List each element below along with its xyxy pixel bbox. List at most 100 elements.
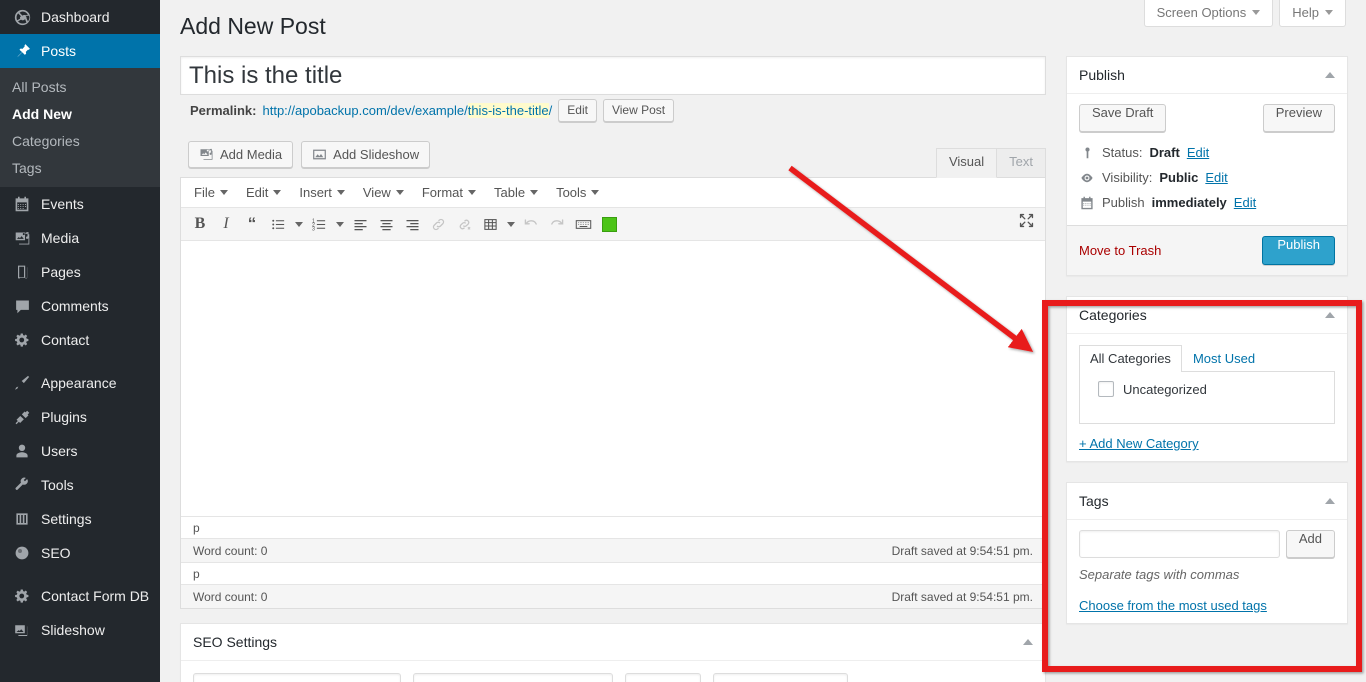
visibility-edit-link[interactable]: Edit bbox=[1205, 170, 1227, 185]
align-left-icon[interactable] bbox=[347, 211, 373, 237]
sidebar-item-events[interactable]: Events bbox=[0, 187, 160, 221]
chevron-up-icon[interactable] bbox=[1325, 312, 1335, 318]
sidebar-item-add-new[interactable]: Add New bbox=[0, 100, 160, 127]
seo-field-1[interactable] bbox=[193, 673, 401, 682]
help-button[interactable]: Help bbox=[1279, 0, 1346, 27]
add-tag-button[interactable]: Add bbox=[1285, 530, 1335, 558]
sidebar-item-contact[interactable]: Contact bbox=[0, 323, 160, 357]
menu-tools-label: Tools bbox=[556, 185, 587, 200]
blockquote-icon[interactable]: “ bbox=[239, 211, 265, 237]
categories-box-header[interactable]: Categories bbox=[1067, 297, 1347, 334]
sidebar-item-contact-form-db[interactable]: Contact Form DB bbox=[0, 579, 160, 613]
sidebar-item-dashboard[interactable]: Dashboard bbox=[0, 0, 160, 34]
seo-settings-header[interactable]: SEO Settings bbox=[181, 624, 1045, 661]
post-content-editor[interactable] bbox=[181, 241, 1045, 516]
new-tag-input[interactable] bbox=[1079, 530, 1280, 558]
chevron-up-icon[interactable] bbox=[1325, 72, 1335, 78]
add-slideshow-button[interactable]: Add Slideshow bbox=[301, 141, 431, 168]
comments-icon bbox=[12, 296, 32, 316]
sidebar-item-pages[interactable]: Pages bbox=[0, 255, 160, 289]
redo-icon[interactable] bbox=[544, 211, 570, 237]
chevron-down-icon bbox=[273, 190, 282, 195]
seo-field-4[interactable] bbox=[713, 673, 848, 682]
sidebar-item-label: Appearance bbox=[41, 375, 117, 391]
save-draft-button[interactable]: Save Draft bbox=[1079, 104, 1167, 132]
menu-tools[interactable]: Tools bbox=[547, 182, 608, 204]
align-right-icon[interactable] bbox=[399, 211, 425, 237]
sidebar-item-posts[interactable]: Posts bbox=[0, 34, 168, 68]
edit-slug-button[interactable]: Edit bbox=[558, 98, 597, 122]
tab-most-used[interactable]: Most Used bbox=[1182, 345, 1266, 372]
pin-icon bbox=[1079, 146, 1095, 160]
menu-view[interactable]: View bbox=[354, 182, 413, 204]
move-to-trash-link[interactable]: Move to Trash bbox=[1079, 243, 1161, 258]
chevron-up-icon[interactable] bbox=[1023, 639, 1033, 645]
publish-date-edit-link[interactable]: Edit bbox=[1234, 195, 1256, 210]
sidebar-item-tags[interactable]: Tags bbox=[0, 154, 160, 181]
seo-field-3[interactable] bbox=[625, 673, 701, 682]
table-icon[interactable] bbox=[477, 211, 503, 237]
align-center-icon[interactable] bbox=[373, 211, 399, 237]
calendar-icon bbox=[12, 194, 32, 214]
bullet-list-caret-icon[interactable] bbox=[291, 211, 306, 237]
unlink-icon[interactable] bbox=[451, 211, 477, 237]
keyboard-shortcuts-icon[interactable] bbox=[570, 211, 596, 237]
chevron-up-icon[interactable] bbox=[1325, 498, 1335, 504]
sidebar-item-comments[interactable]: Comments bbox=[0, 289, 160, 323]
sidebar-item-slideshow[interactable]: Slideshow bbox=[0, 613, 160, 647]
view-post-button[interactable]: View Post bbox=[602, 98, 675, 122]
seo-settings-title: SEO Settings bbox=[193, 634, 278, 650]
sidebar-item-all-posts[interactable]: All Posts bbox=[0, 73, 160, 100]
major-publishing-actions: Move to Trash Publish bbox=[1067, 225, 1347, 275]
italic-icon[interactable]: I bbox=[213, 211, 239, 237]
word-count: Word count: 0 bbox=[193, 543, 268, 558]
menu-file[interactable]: File bbox=[185, 182, 237, 204]
category-checkbox[interactable] bbox=[1098, 381, 1114, 397]
screen-options-button[interactable]: Screen Options bbox=[1143, 0, 1274, 27]
publish-box-header[interactable]: Publish bbox=[1067, 57, 1347, 94]
undo-icon[interactable] bbox=[518, 211, 544, 237]
sidebar-item-tools[interactable]: Tools bbox=[0, 468, 160, 502]
chevron-down-icon bbox=[336, 190, 345, 195]
bold-icon[interactable]: B bbox=[187, 211, 213, 237]
bullet-list-icon[interactable] bbox=[265, 211, 291, 237]
status-edit-link[interactable]: Edit bbox=[1187, 145, 1209, 160]
permalink-url[interactable]: http://apobackup.com/dev/example/this-is… bbox=[262, 102, 552, 118]
menu-insert[interactable]: Insert bbox=[290, 182, 354, 204]
sidebar-item-settings[interactable]: Settings bbox=[0, 502, 160, 536]
tag-input-row: Add bbox=[1079, 530, 1335, 558]
media-icon bbox=[12, 228, 32, 248]
link-icon[interactable] bbox=[425, 211, 451, 237]
sidebar-item-categories[interactable]: Categories bbox=[0, 127, 160, 154]
numbered-list-icon[interactable]: 123 bbox=[306, 211, 332, 237]
sidebar-item-plugins[interactable]: Plugins bbox=[0, 400, 160, 434]
seo-circle-icon bbox=[12, 543, 32, 563]
sidebar-item-label: Pages bbox=[41, 264, 81, 280]
choose-most-used-tags-link[interactable]: Choose from the most used tags bbox=[1079, 598, 1267, 613]
sidebar-subitem-label: Tags bbox=[12, 159, 42, 176]
tags-box-header[interactable]: Tags bbox=[1067, 483, 1347, 520]
sidebar-item-appearance[interactable]: Appearance bbox=[0, 366, 160, 400]
category-item-uncategorized[interactable]: Uncategorized bbox=[1090, 381, 1324, 397]
preview-button[interactable]: Preview bbox=[1262, 104, 1335, 132]
menu-table[interactable]: Table bbox=[485, 182, 547, 204]
color-swatch-icon[interactable] bbox=[596, 211, 622, 237]
post-title-input[interactable] bbox=[180, 56, 1046, 95]
visibility-prefix: Visibility: bbox=[1102, 170, 1153, 185]
publish-button[interactable]: Publish bbox=[1262, 236, 1335, 265]
tab-all-categories[interactable]: All Categories bbox=[1079, 345, 1182, 372]
sidebar-item-seo[interactable]: SEO bbox=[0, 536, 160, 570]
table-caret-icon[interactable] bbox=[503, 211, 518, 237]
menu-edit[interactable]: Edit bbox=[237, 182, 290, 204]
tab-text[interactable]: Text bbox=[996, 148, 1046, 177]
sidebar-separator bbox=[0, 357, 160, 366]
fullscreen-icon[interactable] bbox=[1018, 212, 1035, 232]
numbered-list-caret-icon[interactable] bbox=[332, 211, 347, 237]
add-media-button[interactable]: Add Media bbox=[188, 141, 294, 168]
tab-visual[interactable]: Visual bbox=[935, 148, 998, 178]
sidebar-item-users[interactable]: Users bbox=[0, 434, 160, 468]
sidebar-item-media[interactable]: Media bbox=[0, 221, 160, 255]
seo-field-2[interactable] bbox=[413, 673, 613, 682]
menu-format[interactable]: Format bbox=[413, 182, 485, 204]
add-new-category-link[interactable]: + Add New Category bbox=[1079, 436, 1199, 451]
